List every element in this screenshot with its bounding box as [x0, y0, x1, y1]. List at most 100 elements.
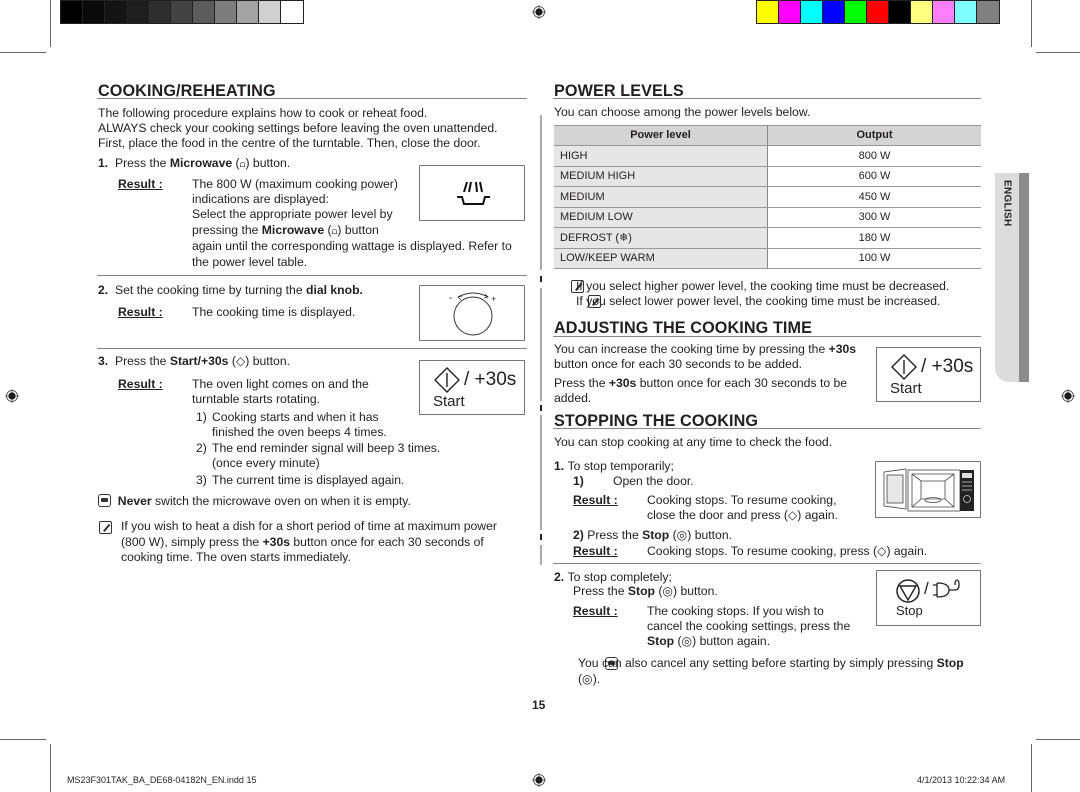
- column-divider: [540, 545, 542, 565]
- result-label: Result :: [118, 177, 163, 191]
- crop-mark: [1031, 0, 1032, 47]
- adjust-text: button once for each 30 seconds to be ad…: [554, 357, 802, 371]
- gray-swatch: [105, 1, 127, 23]
- adjust-text: added.: [554, 391, 592, 405]
- table-row: MEDIUM 450 W: [554, 186, 981, 208]
- column-divider: [540, 288, 542, 401]
- step-divider: [97, 348, 527, 349]
- result-text: indications are displayed:: [192, 192, 329, 206]
- table-row: DEFROST (❄) 180 W: [554, 227, 981, 249]
- footer-timestamp: 4/1/2013 10:22:34 AM: [917, 775, 1006, 785]
- color-swatch: [823, 1, 845, 23]
- adjust-text: You can increase the cooking time by pre…: [554, 342, 857, 356]
- result-text: Stop (◎) button again.: [647, 634, 771, 648]
- gray-swatch: [83, 1, 105, 23]
- result-text: again until the corresponding wattage is…: [192, 239, 512, 253]
- table-row: MEDIUM LOW 300 W: [554, 207, 981, 228]
- result-text: The cooking time is displayed.: [192, 305, 356, 319]
- color-swatch: [801, 1, 823, 23]
- power-level-cell: LOW/KEEP WARM: [554, 248, 768, 269]
- note-text: cooking time. The oven starts immediatel…: [121, 550, 351, 564]
- open-microwave-figure: [875, 461, 981, 518]
- result-text: cancel the cooking settings, press the: [647, 619, 851, 633]
- result-text: turntable starts rotating.: [192, 392, 321, 406]
- step-3: 3. Press the Start/+30s (◇) button.: [98, 354, 290, 368]
- section-rule: [553, 98, 981, 99]
- adjust-text: Press the +30s button once for each 30 s…: [554, 376, 848, 390]
- gray-swatch: [215, 1, 237, 23]
- sub-step-2: 2) Press the Stop (◎) button.: [573, 528, 732, 542]
- crop-mark: [0, 739, 46, 740]
- output-cell: 180 W: [767, 227, 981, 249]
- result-text: The cooking stops. If you wish to: [647, 604, 824, 618]
- power-level-table: Power level Output HIGH 800 W MEDIUM HIGH 6…: [554, 125, 981, 269]
- step-1: 1. Press the Microwave (⩍) button.: [98, 156, 291, 170]
- registration-mark-icon: [1061, 389, 1075, 403]
- output-cell: 600 W: [767, 166, 981, 187]
- start-label: Start/+30s: [169, 354, 229, 368]
- stop-slash: /: [924, 579, 929, 598]
- step-2: 2. Set the cooking time by turning the d…: [98, 283, 363, 297]
- microwave-icon: ⩍: [331, 226, 338, 236]
- start-button-figure: / +30s Start: [876, 347, 981, 402]
- power-intro: You can choose among the power levels be…: [554, 105, 811, 119]
- color-swatch: [933, 1, 955, 23]
- gray-swatch: [237, 1, 259, 23]
- cmyk-color-bar: [756, 0, 1000, 24]
- sub-step-text: Open the door.: [613, 474, 694, 488]
- column-divider: [540, 415, 542, 530]
- table-row: HIGH 800 W: [554, 145, 981, 167]
- section-rule: [553, 428, 981, 429]
- gray-swatch: [259, 1, 281, 23]
- stop-button-figure: / Stop: [876, 570, 981, 626]
- gray-swatch: [193, 1, 215, 23]
- result-text: Cooking stops. To resume cooking, press …: [647, 544, 928, 558]
- start-icon: ◇: [235, 354, 246, 368]
- crop-mark: [1036, 52, 1080, 53]
- dial-knob-figure: - +: [419, 285, 525, 341]
- microwave-display-figure: [419, 165, 525, 221]
- result-text: close the door and press (◇) again.: [647, 508, 838, 522]
- grayscale-color-bar: [60, 0, 304, 24]
- column-divider-dash: [540, 534, 542, 540]
- result-text: Cooking stops. To resume cooking,: [647, 493, 837, 507]
- result-text: The oven light comes on and the: [192, 377, 369, 391]
- result-label: Result :: [118, 305, 163, 319]
- note-text: (800 W), simply press the +30s button on…: [121, 535, 484, 549]
- crop-mark: [1031, 744, 1032, 792]
- crop-mark: [1036, 739, 1080, 740]
- start-caption: Start: [890, 380, 922, 397]
- result-label: Result :: [573, 604, 618, 618]
- language-tab-edge: [1019, 173, 1029, 382]
- registration-mark-icon: [532, 773, 546, 787]
- dial-plus: +: [491, 294, 496, 304]
- intro-line: ALWAYS check your cooking settings befor…: [98, 121, 498, 135]
- warning-text: You can also cancel any setting before s…: [578, 656, 964, 670]
- sub-step-text: finished the oven beeps 4 times.: [212, 425, 387, 439]
- power-level-cell: HIGH: [554, 145, 768, 167]
- gray-swatch: [149, 1, 171, 23]
- table-row: MEDIUM HIGH 600 W: [554, 166, 981, 187]
- section-title-adjusting: ADJUSTING THE COOKING TIME: [554, 319, 813, 337]
- result-label: Result :: [573, 493, 618, 507]
- table-header-row: Power level Output: [554, 125, 981, 146]
- output-cell: 100 W: [767, 248, 981, 269]
- stop-intro: You can stop cooking at any time to chec…: [554, 435, 833, 449]
- power-level-cell: MEDIUM HIGH: [554, 166, 768, 187]
- footer-filename: MS23F301TAK_BA_DE68-04182N_EN.indd 15: [67, 775, 257, 785]
- dial-knob-label: dial knob.: [306, 283, 363, 297]
- stop-step-2-text: Press the Stop (◎) button.: [573, 584, 718, 598]
- color-swatch: [955, 1, 977, 23]
- color-swatch: [757, 1, 779, 23]
- sub-step-number: 3): [196, 473, 207, 487]
- output-cell: 300 W: [767, 207, 981, 228]
- intro-line: The following procedure explains how to …: [98, 106, 428, 120]
- note-icon: [99, 521, 112, 534]
- gray-swatch: [61, 1, 83, 23]
- sub-step-text: (once every minute): [212, 456, 320, 470]
- warning-text: (◎).: [578, 672, 601, 686]
- microwave-label: Microwave: [169, 156, 233, 170]
- result-label: Result :: [573, 544, 618, 558]
- registration-mark-icon: [532, 5, 546, 19]
- power-level-cell: MEDIUM: [554, 186, 768, 208]
